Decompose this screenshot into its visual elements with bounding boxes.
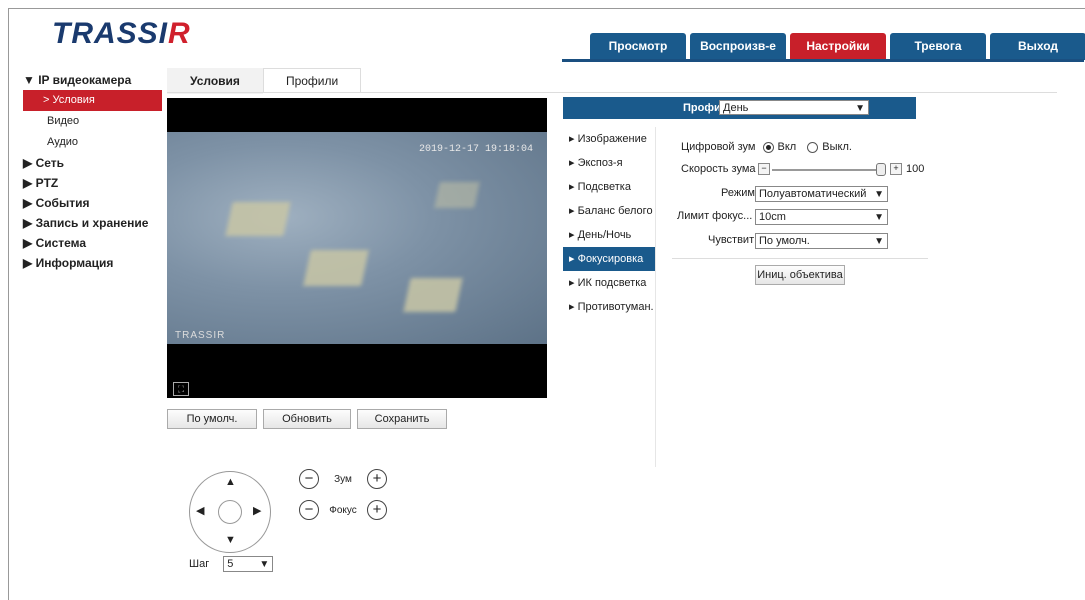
menu-item-focus[interactable]: ▸ Фокусировка: [563, 247, 655, 271]
sidebar-item-conditions[interactable]: > Условия: [23, 90, 162, 111]
focus-limit-value: 10cm: [759, 211, 786, 223]
zoom-speed-slider[interactable]: − + 100: [758, 163, 924, 177]
zoom-in-icon[interactable]: +: [367, 469, 387, 489]
form-divider: [672, 258, 928, 259]
menu-item-ir[interactable]: ▸ ИК подсветка: [563, 271, 655, 295]
profile-value: День: [723, 102, 749, 114]
lens-init-button[interactable]: Иниц. объектива: [755, 265, 845, 285]
default-button[interactable]: По умолч.: [167, 409, 257, 429]
sensitivity-label: Чувствит: [708, 234, 755, 246]
video-timestamp: 2019-12-17 19:18:04: [418, 144, 533, 155]
ptz-direction-pad: ▲ ▼ ◀ ▶: [189, 471, 271, 553]
sidebar-item-storage[interactable]: ▶ Запись и хранение: [17, 213, 162, 233]
menu-item-backlight[interactable]: ▸ Подсветка: [563, 175, 655, 199]
sidebar-item-audio[interactable]: Аудио: [17, 132, 162, 153]
profile-select[interactable]: День ▼: [719, 100, 869, 115]
digital-zoom-label: Цифровой зум: [681, 141, 756, 153]
video-preview[interactable]: 2019-12-17 19:18:04 TRASSIR ⛶: [167, 98, 547, 398]
chevron-down-icon: ▼: [874, 212, 884, 223]
video-actions: По умолч. Обновить Сохранить: [167, 409, 447, 429]
ptz-step: Шаг 5 ▼: [189, 556, 274, 572]
sidebar-item-network[interactable]: ▶ Сеть: [17, 153, 162, 173]
nav-tab-alarm[interactable]: Тревога: [890, 33, 986, 60]
mode-value: Полуавтоматический: [759, 188, 867, 200]
zoom-speed-label: Скорость зума: [681, 163, 756, 175]
sidebar-item-video[interactable]: Видео: [17, 111, 162, 132]
chevron-down-icon: ▼: [874, 189, 884, 200]
sidebar-item-ptz[interactable]: ▶ PTZ: [17, 173, 162, 193]
digital-zoom-on-radio[interactable]: [762, 141, 774, 153]
nav-tab-settings[interactable]: Настройки: [790, 33, 886, 60]
refresh-button[interactable]: Обновить: [263, 409, 351, 429]
focus-in-icon[interactable]: +: [367, 500, 387, 520]
sensitivity-select[interactable]: По умолч. ▼: [755, 233, 888, 249]
focus-control: − Фокус +: [299, 500, 387, 520]
zoom-out-icon[interactable]: −: [299, 469, 319, 489]
slider-minus-icon[interactable]: −: [758, 163, 770, 175]
chevron-down-icon: ▼: [874, 236, 884, 247]
image-settings-menu: ▸ Изображение ▸ Экспоз-я ▸ Подсветка ▸ Б…: [563, 127, 655, 319]
trassir-logo: TRASSIR: [52, 17, 191, 51]
profile-bar: Профиль День ▼: [563, 97, 916, 119]
save-button[interactable]: Сохранить: [357, 409, 447, 429]
menu-item-defog[interactable]: ▸ Противотуман.: [563, 295, 655, 319]
nav-tab-logout[interactable]: Выход: [990, 33, 1085, 60]
image-light-patch: [403, 278, 463, 312]
mode-select[interactable]: Полуавтоматический ▼: [755, 186, 888, 202]
tab-conditions[interactable]: Условия: [167, 68, 263, 94]
tab-profiles[interactable]: Профили: [262, 68, 362, 93]
nav-underline: [562, 59, 1084, 62]
video-watermark: TRASSIR: [175, 330, 226, 341]
sensitivity-value: По умолч.: [759, 235, 810, 247]
nav-tab-live[interactable]: Просмотр: [590, 33, 686, 60]
zoom-speed-value: 100: [906, 163, 925, 175]
sidebar-item-ip-camera[interactable]: ▼ IP видеокамера: [17, 70, 162, 90]
menu-item-image[interactable]: ▸ Изображение: [563, 127, 655, 151]
image-light-patch: [225, 202, 291, 236]
sidebar: ▼ IP видеокамера > Условия Видео Аудио ▶…: [17, 70, 162, 273]
ptz-up-arrow-icon[interactable]: ▲: [225, 476, 236, 488]
image-light-patch: [434, 182, 480, 208]
logo-text: TRASSI: [52, 17, 169, 50]
sidebar-item-events[interactable]: ▶ События: [17, 193, 162, 213]
sub-tabs: Условия Профили: [167, 68, 362, 94]
step-select[interactable]: 5 ▼: [223, 556, 274, 572]
chevron-down-icon: ▼: [855, 103, 865, 114]
image-light-patch: [303, 250, 369, 286]
slider-handle[interactable]: [876, 163, 886, 176]
focus-out-icon[interactable]: −: [299, 500, 319, 520]
ptz-right-arrow-icon[interactable]: ▶: [253, 504, 261, 517]
focus-label: Фокус: [329, 504, 357, 516]
logo-text-accent: R: [168, 17, 191, 50]
zoom-label: Зум: [334, 473, 352, 485]
menu-item-white-balance[interactable]: ▸ Баланс белого: [563, 199, 655, 223]
menu-divider: [655, 127, 656, 467]
step-label: Шаг: [189, 558, 210, 570]
zoom-control: − Зум +: [299, 469, 387, 489]
ptz-down-arrow-icon[interactable]: ▼: [225, 534, 236, 546]
sidebar-item-info[interactable]: ▶ Информация: [17, 253, 162, 273]
digital-zoom-off-radio[interactable]: [807, 141, 819, 153]
focus-limit-label: Лимит фокус...: [677, 210, 753, 222]
camera-image: [167, 132, 547, 344]
nav-tab-playback[interactable]: Воспроизв-е: [690, 33, 786, 60]
digital-zoom-row: Цифровой зум Вкл Выкл.: [681, 141, 852, 153]
digital-zoom-on-label: Вкл: [777, 141, 797, 153]
chevron-down-icon: ▼: [259, 559, 270, 570]
digital-zoom-off-label: Выкл.: [822, 141, 852, 153]
menu-item-exposure[interactable]: ▸ Экспоз-я: [563, 151, 655, 175]
mode-label: Режим: [721, 187, 755, 199]
menu-item-day-night[interactable]: ▸ День/Ночь: [563, 223, 655, 247]
fullscreen-icon[interactable]: ⛶: [173, 382, 189, 396]
sidebar-item-system[interactable]: ▶ Система: [17, 233, 162, 253]
top-navigation: Просмотр Воспроизв-е Настройки Тревога В…: [590, 33, 1085, 60]
slider-plus-icon[interactable]: +: [890, 163, 902, 175]
focus-limit-select[interactable]: 10cm ▼: [755, 209, 888, 225]
step-value: 5: [227, 558, 234, 570]
ptz-center-button[interactable]: [218, 500, 242, 524]
slider-track: [772, 169, 880, 171]
ptz-left-arrow-icon[interactable]: ◀: [196, 504, 204, 517]
tabs-divider: [167, 92, 1057, 93]
